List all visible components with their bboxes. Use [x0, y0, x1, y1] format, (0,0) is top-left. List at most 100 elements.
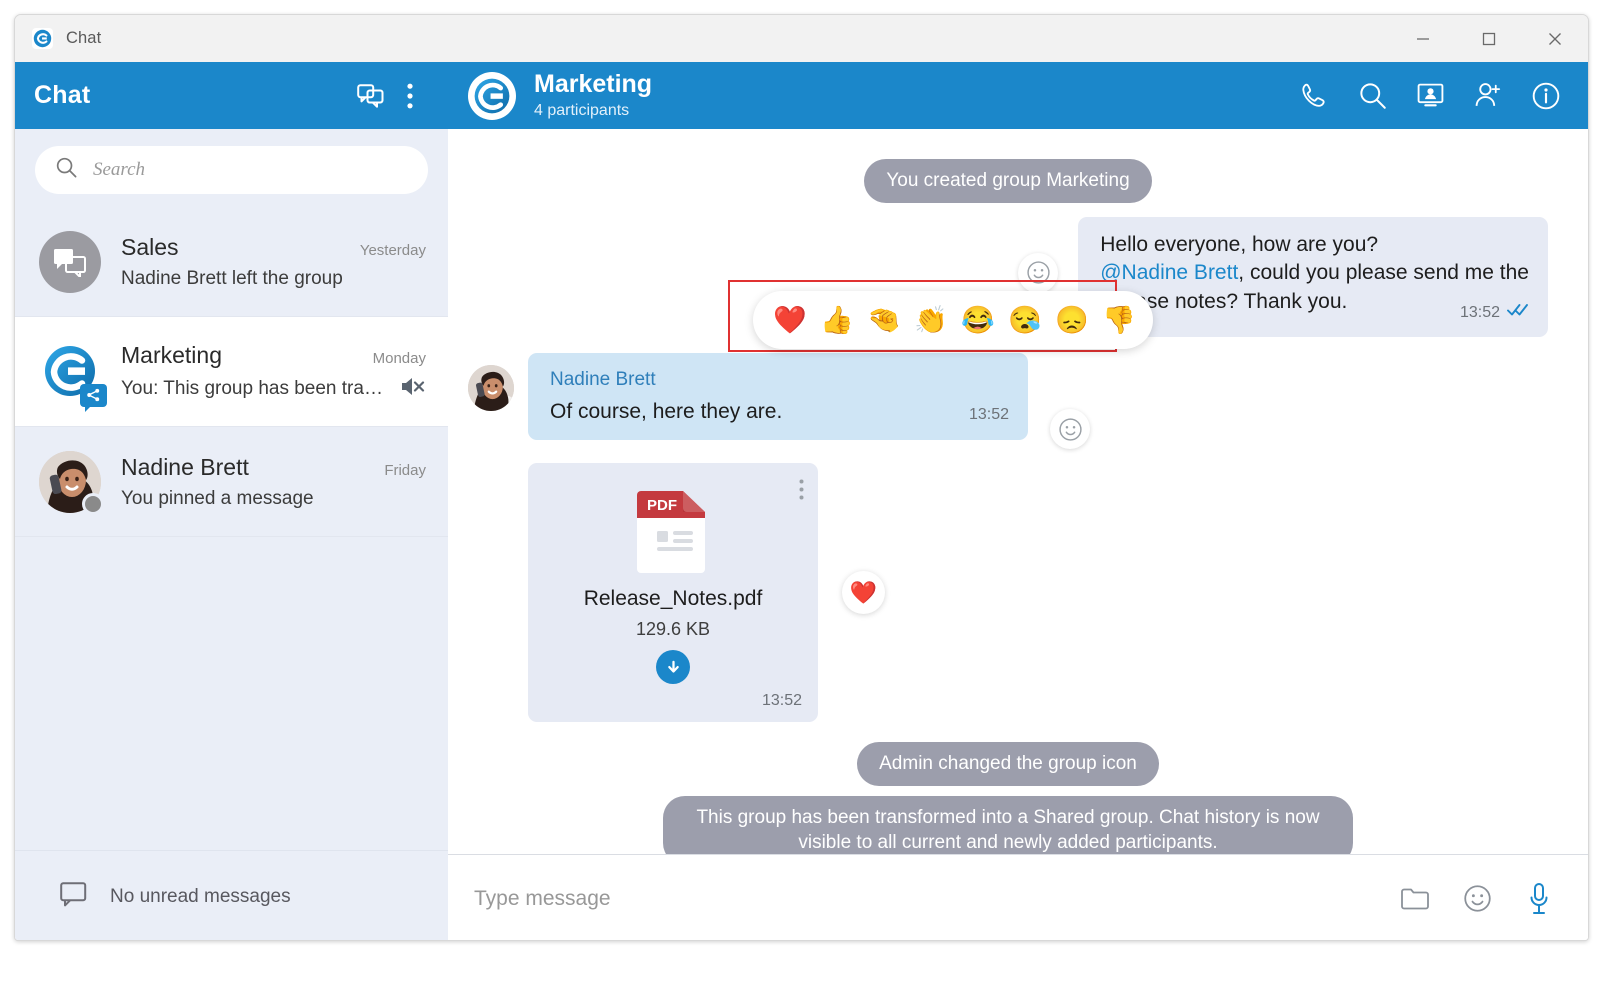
- composer-actions: [1396, 880, 1558, 918]
- clap-reaction[interactable]: 👏: [914, 306, 948, 334]
- chat-list: Sales Yesterday Nadine Brett left the gr…: [15, 207, 448, 850]
- search-input[interactable]: [93, 159, 408, 181]
- message-input[interactable]: [474, 886, 1396, 911]
- chat-item-preview: Nadine Brett left the group: [121, 267, 343, 289]
- message-line-2-rest: , could you please send me the: [1238, 261, 1529, 285]
- mention-nadine-brett[interactable]: @Nadine Brett: [1100, 261, 1238, 284]
- avatar: [39, 450, 104, 515]
- avatar: [39, 341, 107, 412]
- window-title: Chat: [66, 29, 102, 47]
- sleepy-reaction[interactable]: 😪: [1008, 306, 1042, 334]
- search-box[interactable]: [35, 146, 428, 194]
- sidebar-header: Chat: [15, 62, 448, 129]
- message-line-3: release notes? Thank you. 13:52: [1100, 288, 1529, 321]
- chat-item-texts: Marketing Monday You: This group has bee…: [121, 342, 426, 402]
- conversation-titles: Marketing 4 participants: [534, 71, 1294, 120]
- message-meta: 13:52: [1460, 302, 1529, 324]
- chat-item-preview: You pinned a message: [121, 487, 314, 509]
- pdf-file-icon: PDF: [544, 487, 802, 574]
- sidebar: Chat Search Sales Yesterday Nadine Brett…: [15, 62, 448, 940]
- emoji-reaction-picker[interactable]: ❤️ 👍 🤏 👏 😂 😪 😞 👎: [753, 291, 1153, 349]
- message-line-1: Hello everyone, how are you?: [1100, 232, 1379, 256]
- system-message-row: Admin changed the group icon: [468, 742, 1548, 786]
- system-message-row: You created group Marketing: [468, 159, 1548, 203]
- joy-reaction[interactable]: 😂: [961, 306, 995, 334]
- chat-g-logo-icon: [32, 28, 53, 49]
- window-controls: [1390, 15, 1588, 62]
- thumbs-down-reaction[interactable]: 👎: [1102, 306, 1136, 334]
- message-sender-name: Nadine Brett: [550, 369, 656, 391]
- participant-count: 4 participants: [534, 101, 630, 119]
- maximize-button[interactable]: [1456, 15, 1522, 62]
- message-row-incoming: Nadine Brett Of course, here they are. 1…: [468, 353, 1548, 450]
- sidebar-footer: No unread messages: [15, 850, 448, 940]
- file-name: Release_Notes.pdf: [583, 587, 763, 611]
- thumbs-up-reaction[interactable]: 👍: [820, 306, 854, 334]
- more-vertical-icon[interactable]: [390, 76, 430, 116]
- file-size: 129.6 KB: [635, 619, 711, 640]
- message-text: Of course, here they are. 13:52: [550, 398, 1009, 427]
- chat-list-item-nadine-brett[interactable]: Nadine Brett Friday You pinned a message: [15, 427, 448, 537]
- system-message: This group has been transformed into a S…: [663, 795, 1353, 854]
- attach-file-icon[interactable]: [1396, 880, 1434, 918]
- search-icon: [55, 156, 78, 184]
- minimize-button[interactable]: [1390, 15, 1456, 62]
- message-meta: 13:52: [969, 404, 1009, 426]
- heart-reaction[interactable]: ❤️: [773, 306, 807, 334]
- system-message: You created group Marketing: [864, 159, 1152, 203]
- chat-item-preview: You: This group has been tran...: [121, 377, 390, 399]
- chat-item-texts: Nadine Brett Friday You pinned a message: [121, 454, 426, 510]
- chat-item-texts: Sales Yesterday Nadine Brett left the gr…: [121, 234, 426, 290]
- chat-list-item-marketing[interactable]: Marketing Monday You: This group has bee…: [15, 317, 448, 427]
- app-window: Chat Chat Search Sales Yesterday Nadine …: [14, 14, 1589, 941]
- new-chat-icon[interactable]: [350, 76, 390, 116]
- system-message: Admin changed the group icon: [857, 742, 1159, 786]
- heart-reaction-badge[interactable]: ❤️: [842, 571, 885, 615]
- chat-bubble-outline-icon: [60, 881, 88, 912]
- message-composer: [448, 854, 1588, 940]
- message-bubble-incoming[interactable]: Nadine Brett Of course, here they are. 1…: [528, 353, 1028, 440]
- message-time: 13:52: [761, 692, 802, 710]
- smiley-add-reaction-icon[interactable]: [1050, 409, 1090, 450]
- speaker-mute-icon: [400, 376, 426, 402]
- more-vertical-icon[interactable]: [799, 479, 804, 505]
- call-icon[interactable]: [1294, 76, 1334, 116]
- emoji-reaction-picker-highlight: ❤️ 👍 🤏 👏 😂 😪 😞 👎: [728, 280, 1153, 352]
- file-attachment-card[interactable]: PDF Release_Notes.pdf 129.6 KB 13:52: [528, 463, 818, 723]
- search-icon[interactable]: [1352, 76, 1392, 116]
- conversation-pane: Marketing 4 participants You created gro…: [448, 62, 1588, 940]
- brand-g-logo-icon: [468, 71, 516, 120]
- chat-item-time: Friday: [384, 461, 426, 479]
- close-button[interactable]: [1522, 15, 1588, 62]
- sidebar-title: Chat: [34, 81, 91, 109]
- conversation-actions: [1294, 76, 1566, 116]
- avatar: [39, 230, 101, 293]
- svg-text:PDF: PDF: [647, 497, 677, 514]
- search-row: [15, 129, 448, 207]
- add-participant-icon[interactable]: [1468, 76, 1508, 116]
- conversation-title: Marketing: [534, 70, 653, 99]
- double-check-read-icon: [1507, 302, 1529, 324]
- partial-hand-reaction[interactable]: 🤏: [867, 306, 901, 334]
- message-line-2: @Nadine Brett, could you please send me …: [1100, 259, 1529, 288]
- shared-group-icon: [80, 383, 107, 412]
- disappointed-reaction[interactable]: 😞: [1055, 306, 1089, 334]
- message-time: 13:52: [968, 406, 1009, 424]
- message-row-file: PDF Release_Notes.pdf 129.6 KB 13:52 ❤️: [468, 463, 1548, 723]
- microphone-icon[interactable]: [1520, 880, 1558, 918]
- chat-item-name: Sales: [121, 233, 179, 260]
- conversation-header: Marketing 4 participants: [448, 62, 1588, 129]
- chat-list-item-sales[interactable]: Sales Yesterday Nadine Brett left the gr…: [15, 207, 448, 317]
- heart-reaction-glyph: ❤️: [849, 579, 878, 605]
- chat-item-time: Yesterday: [359, 241, 426, 259]
- download-icon[interactable]: [656, 650, 690, 685]
- message-list: You created group Marketing Hello everyo…: [448, 129, 1588, 854]
- screen-share-icon[interactable]: [1410, 76, 1450, 116]
- chat-item-name: Marketing: [121, 341, 222, 368]
- emoji-icon[interactable]: [1458, 880, 1496, 918]
- system-message-row: This group has been transformed into a S…: [468, 795, 1548, 854]
- avatar: [468, 365, 514, 412]
- info-icon[interactable]: [1526, 76, 1566, 116]
- message-text-value: Of course, here they are.: [550, 400, 783, 424]
- window-titlebar: Chat: [15, 15, 1588, 62]
